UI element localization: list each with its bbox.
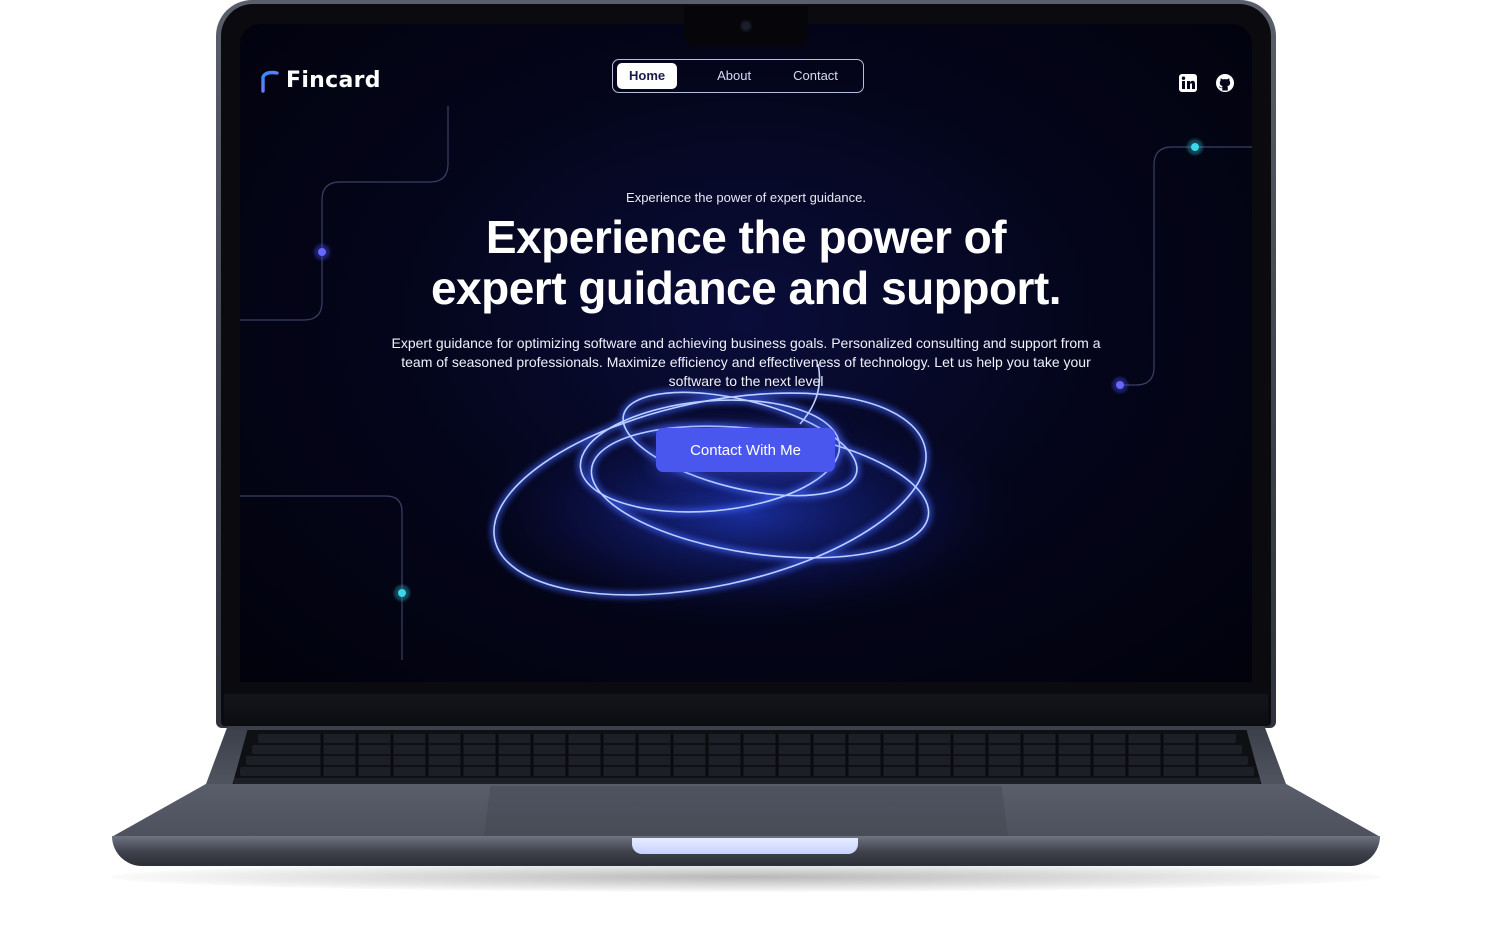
hero-description: Expert guidance for optimizing software …: [391, 335, 1101, 389]
github-icon: [1216, 74, 1234, 92]
github-link[interactable]: [1214, 72, 1236, 94]
keyboard-keys: [234, 734, 1260, 785]
headline-line-1: Experience the power of: [485, 211, 1007, 263]
hero-headline: Experience the power of expert guidance …: [240, 212, 1252, 314]
contact-with-me-button[interactable]: Contact With Me: [656, 428, 835, 472]
main-nav: Home About Contact: [612, 59, 864, 93]
laptop-shadow: [110, 862, 1382, 892]
screen-hinge: [224, 694, 1268, 726]
glow-swirl-graphic: [446, 363, 1046, 634]
hero-eyebrow: Experience the power of expert guidance.: [626, 190, 866, 205]
lid-opening-notch: [632, 838, 858, 854]
linkedin-link[interactable]: [1177, 72, 1199, 94]
keyboard: [232, 730, 1262, 786]
fincard-logo-icon: [261, 70, 279, 93]
headline-line-2: expert guidance and support.: [430, 262, 1062, 314]
nav-home[interactable]: Home: [617, 63, 678, 89]
nav-about[interactable]: About: [705, 63, 763, 89]
nav-contact[interactable]: Contact: [781, 63, 850, 89]
logo-text: Fincard: [286, 68, 381, 93]
trackpad: [484, 786, 1008, 837]
brand-logo[interactable]: Fincard: [258, 68, 381, 93]
linkedin-icon: [1179, 74, 1197, 92]
website-screen: Fincard Home About Contact Experience th…: [240, 24, 1252, 682]
camera-icon: [742, 22, 750, 30]
